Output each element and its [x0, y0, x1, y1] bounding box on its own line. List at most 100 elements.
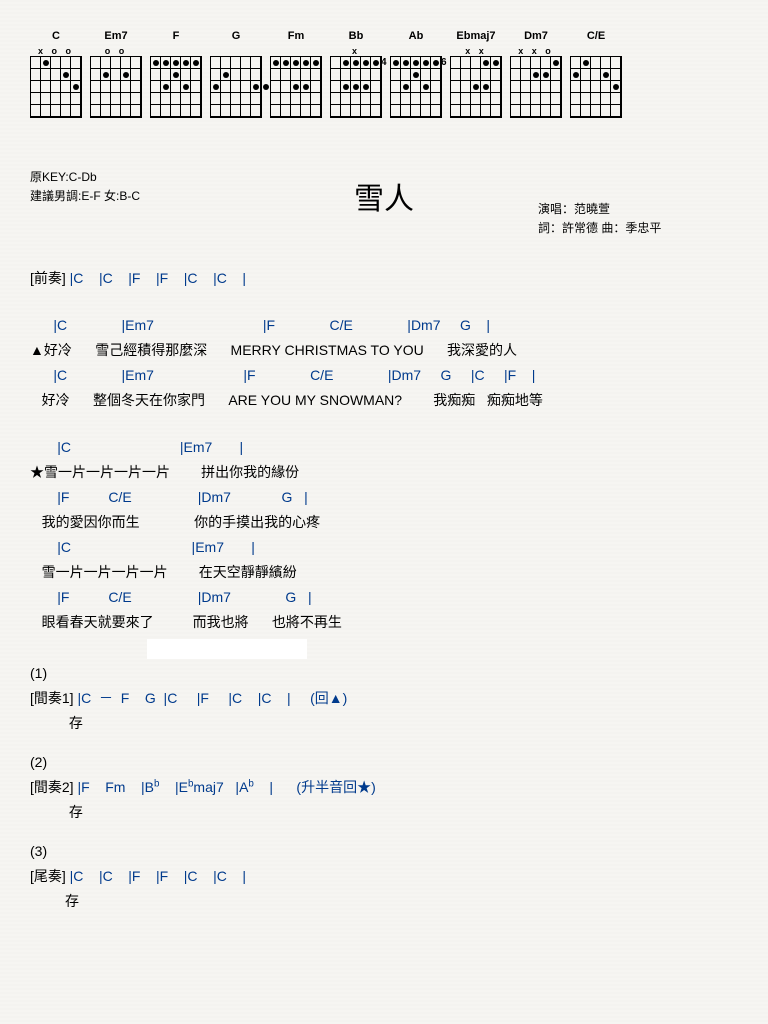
finger-dot	[253, 84, 259, 90]
chord-nut-marks: x x o	[518, 46, 554, 56]
finger-dot	[403, 60, 409, 66]
chorus-lyric-1: ★雪一片一片一片一片 拼出你我的緣份	[30, 462, 738, 483]
chord-name: C	[52, 30, 60, 44]
finger-dot	[423, 84, 429, 90]
chord-grid: 4	[390, 56, 442, 118]
finger-dot	[343, 60, 349, 66]
finger-dot	[273, 60, 279, 66]
finger-dot	[153, 60, 159, 66]
intro-line: [前奏] |C |C |F |F |C |C |	[30, 268, 738, 289]
finger-dot	[163, 84, 169, 90]
finger-dot	[343, 84, 349, 90]
finger-dot	[603, 72, 609, 78]
finger-dot	[43, 60, 49, 66]
finger-dot	[293, 60, 299, 66]
finger-dot	[423, 60, 429, 66]
chorus-lyric-2: 我的愛因你而生 你的手摸出我的心疼	[30, 512, 738, 533]
outro-label: [尾奏]	[30, 868, 66, 884]
intro-chords: |C |C |F |F |C |C |	[66, 270, 246, 286]
chord-grid	[90, 56, 142, 118]
finger-dot	[303, 60, 309, 66]
chord-diagram-Bb: Bbx	[330, 30, 382, 118]
chord-grid	[570, 56, 622, 118]
repeat-3-num: (3)	[30, 841, 738, 862]
chord-name: G	[232, 30, 241, 44]
chord-name: Fm	[288, 30, 305, 44]
chord-name: C/E	[587, 30, 605, 44]
finger-dot	[303, 84, 309, 90]
finger-dot	[363, 84, 369, 90]
singer-credit: 演唱：范曉萱	[538, 200, 738, 219]
finger-dot	[173, 60, 179, 66]
chorus-lyric-3: 雪一片一片一片一片 在天空靜靜繽紛	[30, 562, 738, 583]
repeat-1-num: (1)	[30, 663, 738, 684]
chord-diagram-G: G	[210, 30, 262, 118]
finger-dot	[63, 72, 69, 78]
whitespace-blank	[30, 637, 738, 658]
interlude-2-cun: 存	[30, 802, 738, 823]
finger-dot	[613, 84, 619, 90]
finger-dot	[353, 84, 359, 90]
finger-dot	[373, 60, 379, 66]
finger-dot	[213, 84, 219, 90]
chord-grid	[270, 56, 322, 118]
finger-dot	[173, 72, 179, 78]
finger-dot	[553, 60, 559, 66]
suggested-key: 建議男調:E-F 女:B-C	[30, 187, 230, 206]
repeat-2-num: (2)	[30, 752, 738, 773]
chord-diagram-F: F	[150, 30, 202, 118]
intro-label: [前奏]	[30, 270, 66, 286]
chord-nut-marks: x o o	[38, 46, 74, 56]
chord-diagram-Fm: Fm	[270, 30, 322, 118]
credits: 演唱：范曉萱 詞：許常德 曲：季忠平	[538, 168, 738, 238]
finger-dot	[223, 72, 229, 78]
interlude-2: [間奏2] |F Fm |Bb |Ebmaj7 |Ab | (升半音回★)	[30, 777, 738, 798]
finger-dot	[583, 60, 589, 66]
chord-grid	[210, 56, 262, 118]
song-title: 雪人	[230, 168, 538, 218]
chord-name: F	[173, 30, 180, 44]
finger-dot	[183, 60, 189, 66]
chorus-chords-4: |F C/E |Dm7 G |	[30, 587, 738, 608]
chord-nut-marks: x x	[465, 46, 487, 56]
fret-number: 6	[441, 57, 447, 68]
chord-name: Ab	[409, 30, 424, 44]
original-key: 原KEY:C-Db	[30, 168, 230, 187]
finger-dot	[483, 84, 489, 90]
header-row: 原KEY:C-Db 建議男調:E-F 女:B-C 雪人 演唱：范曉萱 詞：許常德…	[30, 168, 738, 238]
fret-number: 4	[381, 57, 387, 68]
chord-nut-marks: x	[352, 46, 360, 56]
finger-dot	[163, 60, 169, 66]
chord-diagram-Ebmaj7: Ebmaj7x x6	[450, 30, 502, 118]
chorus-chords-1: |C |Em7 |	[30, 437, 738, 458]
interlude-1-chords: |C － F G |C |F |C |C | (回▲)	[74, 690, 348, 706]
chord-name: Dm7	[524, 30, 548, 44]
chord-grid	[510, 56, 562, 118]
chord-grid: 6	[450, 56, 502, 118]
chord-diagrams-row: Cx o oEm7o oFGFmBbxAb4Ebmaj7x x6Dm7x x o…	[30, 30, 738, 118]
interlude-1-label: [間奏1]	[30, 690, 74, 706]
finger-dot	[363, 60, 369, 66]
finger-dot	[73, 84, 79, 90]
chord-diagram-Dm7: Dm7 x x o	[510, 30, 562, 118]
finger-dot	[193, 60, 199, 66]
finger-dot	[353, 60, 359, 66]
finger-dot	[573, 72, 579, 78]
key-info: 原KEY:C-Db 建議男調:E-F 女:B-C	[30, 168, 230, 206]
chord-diagram-Ab: Ab 4	[390, 30, 442, 118]
chord-grid	[330, 56, 382, 118]
interlude-2-label: [間奏2]	[30, 779, 74, 795]
verse-chords-2: |C |Em7 |F C/E |Dm7 G |C |F |	[30, 365, 738, 386]
finger-dot	[313, 60, 319, 66]
interlude-1-cun: 存	[30, 713, 738, 734]
finger-dot	[393, 60, 399, 66]
chord-nut-marks: o o	[105, 46, 128, 56]
writer-credit: 詞：許常德 曲：季忠平	[538, 219, 738, 238]
finger-dot	[473, 84, 479, 90]
outro: [尾奏] |C |C |F |F |C |C |	[30, 866, 738, 887]
finger-dot	[183, 84, 189, 90]
finger-dot	[413, 72, 419, 78]
chorus-chords-2: |F C/E |Dm7 G |	[30, 487, 738, 508]
outro-chords: |C |C |F |F |C |C |	[66, 868, 246, 884]
outro-cun: 存	[30, 891, 738, 912]
